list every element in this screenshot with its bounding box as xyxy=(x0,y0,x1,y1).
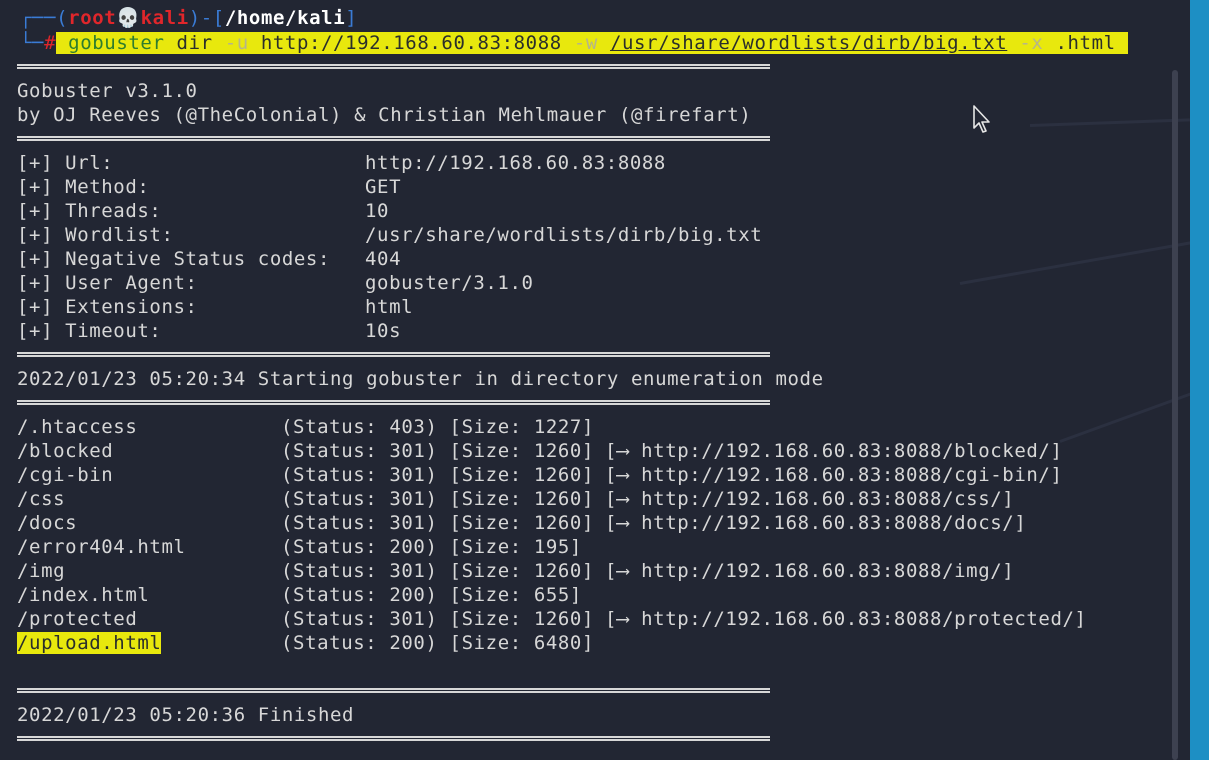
separator xyxy=(17,400,770,405)
prompt-host: kali xyxy=(140,7,189,29)
config-row: [+] User Agent: gobuster/3.1.0 xyxy=(17,271,533,295)
config-value: 10 xyxy=(365,200,390,222)
result-status: (Status: 200) [Size: 195] xyxy=(281,536,582,558)
result-row: /upload.html (Status: 200) [Size: 6480] xyxy=(17,631,593,655)
result-path: /img xyxy=(17,560,66,582)
result-row: /cgi-bin (Status: 301) [Size: 1260] [⟶ htt… xyxy=(17,463,1062,487)
skull-icon: 💀 xyxy=(116,7,141,29)
separator xyxy=(17,688,770,693)
config-value: http://192.168.60.83:8088 xyxy=(365,152,666,174)
prompt-mid: )-[ xyxy=(188,7,225,29)
mouse-pointer-icon xyxy=(973,105,990,133)
result-path: /.htaccess xyxy=(17,416,138,438)
start-message: 2022/01/23 05:20:34 Starting gobuster in… xyxy=(17,368,824,390)
result-path: /css xyxy=(17,488,66,510)
command-sub: dir xyxy=(176,32,213,54)
separator xyxy=(17,64,770,69)
scrollbar[interactable] xyxy=(1172,70,1178,760)
result-row: /.htaccess (Status: 403) [Size: 1227] xyxy=(17,415,593,439)
result-status: (Status: 301) [Size: 1260] xyxy=(281,608,595,630)
config-value: 10s xyxy=(365,320,402,342)
result-path: /docs xyxy=(17,512,78,534)
command-line[interactable]: └─# gobuster dir -u http://192.168.60.83… xyxy=(20,31,1128,55)
background-streak xyxy=(1029,118,1190,127)
result-status: (Status: 301) [Size: 1260] xyxy=(281,512,595,534)
config-value: GET xyxy=(365,176,402,198)
config-row: [+] Method: GET xyxy=(17,175,401,199)
result-status: (Status: 301) [Size: 1260] xyxy=(281,464,595,486)
config-value: html xyxy=(365,296,414,318)
banner-authors: by OJ Reeves (@TheColonial) & Christian … xyxy=(17,104,752,126)
config-label: [+] Wordlist: xyxy=(17,224,174,246)
result-path: /upload.html xyxy=(17,632,162,654)
result-redirect: [⟶ http://192.168.60.83:8088/protected/] xyxy=(605,608,1087,630)
command-flag-x: -x xyxy=(1019,32,1044,54)
config-label: [+] Threads: xyxy=(17,200,162,222)
prompt-path: /home/kali xyxy=(224,7,346,29)
config-row: [+] Url: http://192.168.60.83:8088 xyxy=(17,151,665,175)
config-row: [+] Wordlist: /usr/share/wordlists/dirb/b… xyxy=(17,223,762,247)
command-url: http://192.168.60.83:8088 xyxy=(260,32,562,54)
result-path: /cgi-bin xyxy=(17,464,114,486)
command-bin: gobuster xyxy=(68,32,165,54)
background-streak xyxy=(959,240,1190,285)
config-label: [+] Method: xyxy=(17,176,150,198)
config-label: [+] Extensions: xyxy=(17,296,198,318)
command-ext: .html xyxy=(1055,32,1116,54)
result-redirect: [⟶ http://192.168.60.83:8088/docs/] xyxy=(605,512,1027,534)
config-value: 404 xyxy=(365,248,402,270)
result-row: /docs (Status: 301) [Size: 1260] [⟶ http:/… xyxy=(17,511,1026,535)
finish-message: 2022/01/23 05:20:36 Finished xyxy=(17,704,355,726)
result-path: /blocked xyxy=(17,440,114,462)
command-flag-w: -w xyxy=(573,32,598,54)
config-row: [+] Negative Status codes: 404 xyxy=(17,247,401,271)
separator xyxy=(17,736,770,741)
separator xyxy=(17,136,770,141)
command-wordlist: /usr/share/wordlists/dirb/big.txt xyxy=(609,32,1008,54)
banner-version: Gobuster v3.1.0 xyxy=(17,80,198,102)
result-row: /index.html (Status: 200) [Size: 655] xyxy=(17,583,581,607)
config-value: /usr/share/wordlists/dirb/big.txt xyxy=(365,224,763,246)
result-row: /protected (Status: 301) [Size: 1260] [⟶ h… xyxy=(17,607,1086,631)
config-value: gobuster/3.1.0 xyxy=(365,272,534,294)
result-status: (Status: 301) [Size: 1260] xyxy=(281,560,595,582)
result-status: (Status: 301) [Size: 1260] xyxy=(281,488,595,510)
prompt-second: └─ xyxy=(20,32,45,54)
config-row: [+] Extensions: html xyxy=(17,295,413,319)
result-redirect: [⟶ http://192.168.60.83:8088/cgi-bin/] xyxy=(605,464,1063,486)
result-row: /img (Status: 301) [Size: 1260] [⟶ http://… xyxy=(17,559,1014,583)
background-streak xyxy=(1059,392,1190,443)
config-label: [+] Url: xyxy=(17,152,114,174)
config-label: [+] Negative Status codes: xyxy=(17,248,331,270)
config-label: [+] User Agent: xyxy=(17,272,198,294)
prompt-close: ] xyxy=(345,7,358,29)
result-status: (Status: 200) [Size: 6480] xyxy=(281,632,595,654)
result-redirect: [⟶ http://192.168.60.83:8088/css/] xyxy=(605,488,1015,510)
result-status: (Status: 200) [Size: 655] xyxy=(281,584,582,606)
prompt-open: ┌──( xyxy=(20,7,69,29)
command-flag-u: -u xyxy=(224,32,249,54)
separator xyxy=(17,352,770,357)
result-status: (Status: 403) [Size: 1227] xyxy=(281,416,595,438)
result-redirect: [⟶ http://192.168.60.83:8088/img/] xyxy=(605,560,1015,582)
desktop-edge xyxy=(1190,0,1209,760)
result-row: /error404.html (Status: 200) [Size: 195] xyxy=(17,535,581,559)
result-path: /protected xyxy=(17,608,138,630)
result-redirect: [⟶ http://192.168.60.83:8088/blocked/] xyxy=(605,440,1063,462)
config-label: [+] Timeout: xyxy=(17,320,162,342)
prompt-line: ┌──(root💀kali)-[/home/kali] xyxy=(20,6,357,30)
prompt-hash: # xyxy=(44,32,57,54)
result-status: (Status: 301) [Size: 1260] xyxy=(281,440,595,462)
result-path: /error404.html xyxy=(17,536,186,558)
result-row: /css (Status: 301) [Size: 1260] [⟶ http://… xyxy=(17,487,1014,511)
result-row: /blocked (Status: 301) [Size: 1260] [⟶ htt… xyxy=(17,439,1062,463)
result-path: /index.html xyxy=(17,584,150,606)
terminal-window[interactable]: ┌──(root💀kali)-[/home/kali] └─# gobuster… xyxy=(0,0,1190,760)
config-row: [+] Threads: 10 xyxy=(17,199,388,223)
config-row: [+] Timeout: 10s xyxy=(17,319,401,343)
prompt-user: root xyxy=(68,7,117,29)
